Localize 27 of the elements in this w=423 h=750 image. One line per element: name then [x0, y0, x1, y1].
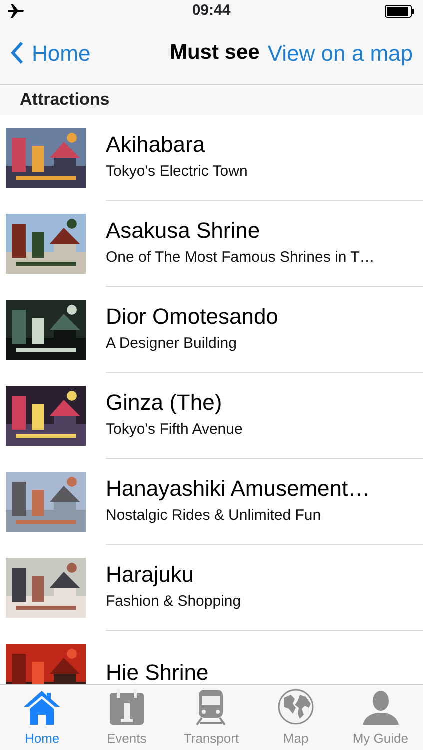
item-title: Hie Shrine: [106, 660, 210, 684]
list-row[interactable]: Akihabara Tokyo's Electric Town: [0, 115, 423, 201]
item-title: Harajuku: [106, 562, 196, 588]
item-title: Akihabara: [106, 132, 206, 158]
screen-title: Must see: [170, 40, 260, 66]
map-link[interactable]: View on a map: [268, 36, 413, 70]
list-row[interactable]: Dior Omotesando A Designer Building: [0, 287, 423, 373]
section-header: Attractions: [20, 89, 110, 112]
item-subtitle: Nostalgic Rides & Unlimited Fun: [106, 506, 322, 526]
item-title: Asakusa Shrine: [106, 218, 262, 244]
item-title: Dior Omotesando: [106, 304, 280, 330]
chevron-left-icon: [10, 41, 24, 65]
item-subtitle: Fashion & Shopping: [106, 592, 242, 612]
globe-icon: [276, 686, 316, 726]
list-row[interactable]: Hanayashiki Amusement… Nostalgic Rides & Unlimited Fun: [0, 459, 423, 545]
item-subtitle: Tokyo's Electric Town: [106, 162, 249, 182]
item-subtitle: A Designer Building: [106, 334, 238, 354]
item-title: Ginza (The): [106, 390, 224, 416]
list-row[interactable]: Harajuku Fashion & Shopping: [0, 545, 423, 631]
list-row[interactable]: Ginza (The) Tokyo's Fifth Avenue: [0, 373, 423, 459]
back-button[interactable]: Home: [10, 36, 91, 70]
item-title: Hanayashiki Amusement…: [106, 476, 372, 502]
item-subtitle: Tokyo's Fifth Avenue: [106, 420, 244, 440]
battery-icon: [385, 4, 415, 18]
list-row[interactable]: Asakusa Shrine One of The Most Famous Shrines in T…: [0, 201, 423, 287]
item-subtitle: One of The Most Famous Shrines in T…: [106, 248, 376, 268]
status-time: 09:44: [192, 0, 231, 21]
